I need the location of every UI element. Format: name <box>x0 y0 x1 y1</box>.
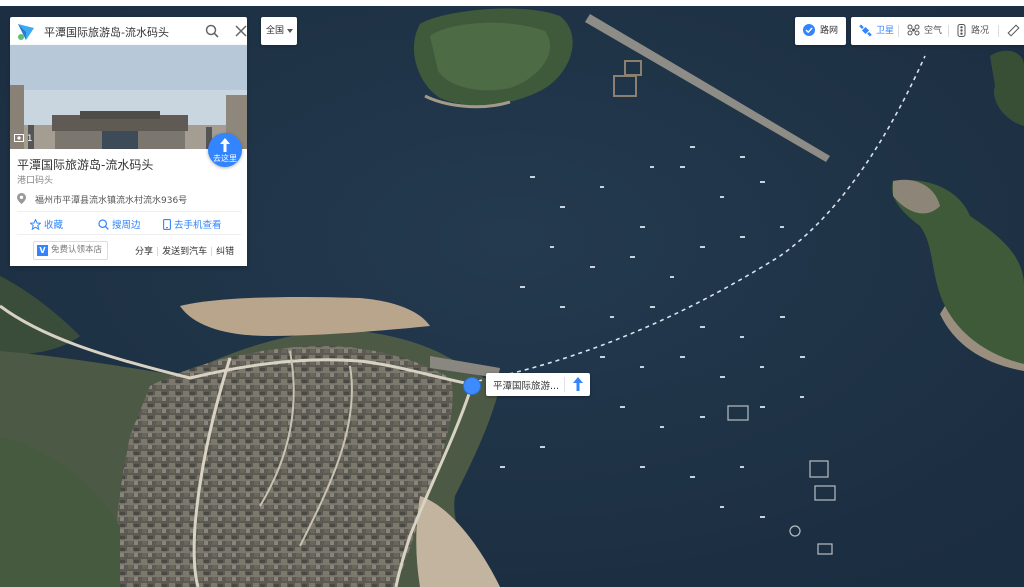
location-marker[interactable] <box>463 377 481 395</box>
baidu-map-logo-icon[interactable] <box>16 22 36 42</box>
report-error-link[interactable]: 纠错 <box>216 247 234 257</box>
divider <box>17 211 241 212</box>
star-icon <box>29 218 42 231</box>
search-box[interactable]: 平潭国际旅游岛-流水码头 <box>10 17 247 45</box>
share-link[interactable]: 分享 <box>135 247 153 257</box>
satellite-icon <box>859 24 872 37</box>
layer-toolbar: 卫星 空气 路况 <box>851 17 1024 45</box>
marker-separator <box>564 377 565 392</box>
marker-label-text: 平潭国际旅游... <box>493 381 560 392</box>
top-strip <box>0 0 1024 6</box>
photo-count: 1 <box>14 134 33 144</box>
place-photo[interactable] <box>10 45 247 149</box>
roadnet-label: 路网 <box>820 26 839 36</box>
ruler-icon <box>1007 24 1020 37</box>
traffic-label: 路况 <box>971 26 990 36</box>
send-to-car-link[interactable]: 发送到汽车 <box>162 247 207 257</box>
place-name: 平潭国际旅游岛-流水码头 <box>17 158 154 172</box>
region-scope-label: 全国 <box>266 26 285 36</box>
close-icon[interactable] <box>234 24 248 38</box>
claim-store-label: 免费认领本店 <box>51 245 103 255</box>
chevron-down-icon <box>287 29 293 33</box>
phone-icon <box>163 219 171 230</box>
photo-count-value: 1 <box>26 134 33 144</box>
go-here-label: 去这里 <box>213 154 237 163</box>
search-nearby-button[interactable]: 搜周边 <box>98 217 141 231</box>
place-type: 港口码头 <box>17 176 54 186</box>
search-input[interactable]: 平潭国际旅游岛-流水码头 <box>44 24 169 40</box>
satellite-label: 卫星 <box>876 26 895 36</box>
card-footer-links: 分享 | 发送到汽车 | 纠错 <box>135 247 235 257</box>
location-pin-icon <box>17 193 26 204</box>
verified-v-icon: V <box>37 245 48 256</box>
search-icon[interactable] <box>205 24 219 38</box>
photo-icon <box>14 134 24 142</box>
marker-label-bubble[interactable]: 平潭国际旅游... <box>486 373 590 396</box>
search-nearby-label: 搜周边 <box>112 220 141 231</box>
search-nearby-icon <box>98 219 109 230</box>
view-on-phone-button[interactable]: 去手机查看 <box>163 217 222 231</box>
toolbar-separator <box>898 25 899 37</box>
route-arrow-icon <box>220 138 230 152</box>
favorite-button[interactable]: 收藏 <box>29 217 64 231</box>
region-scope-dropdown[interactable]: 全国 <box>261 17 297 45</box>
favorite-label: 收藏 <box>44 220 64 231</box>
view-on-phone-label: 去手机查看 <box>174 220 222 231</box>
air-quality-icon <box>907 24 920 36</box>
toolbar-separator <box>948 25 949 37</box>
air-quality-label: 空气 <box>924 26 943 36</box>
roadnet-toolbar: 路网 <box>795 17 846 45</box>
address-text: 福州市平潭县流水镇流水村流水936号 <box>35 196 188 206</box>
go-here-button[interactable]: 去这里 <box>208 133 242 167</box>
traffic-light-icon <box>957 24 966 37</box>
route-arrow-icon[interactable] <box>572 377 584 391</box>
toolbar-separator <box>998 25 999 37</box>
place-info-card: 1 去这里 平潭国际旅游岛-流水码头 港口码头 福州市平潭县流水镇流水村流水93… <box>10 45 247 266</box>
check-circle-icon <box>803 24 815 36</box>
divider <box>17 234 241 235</box>
claim-store-button[interactable]: V 免费认领本店 <box>33 241 109 260</box>
